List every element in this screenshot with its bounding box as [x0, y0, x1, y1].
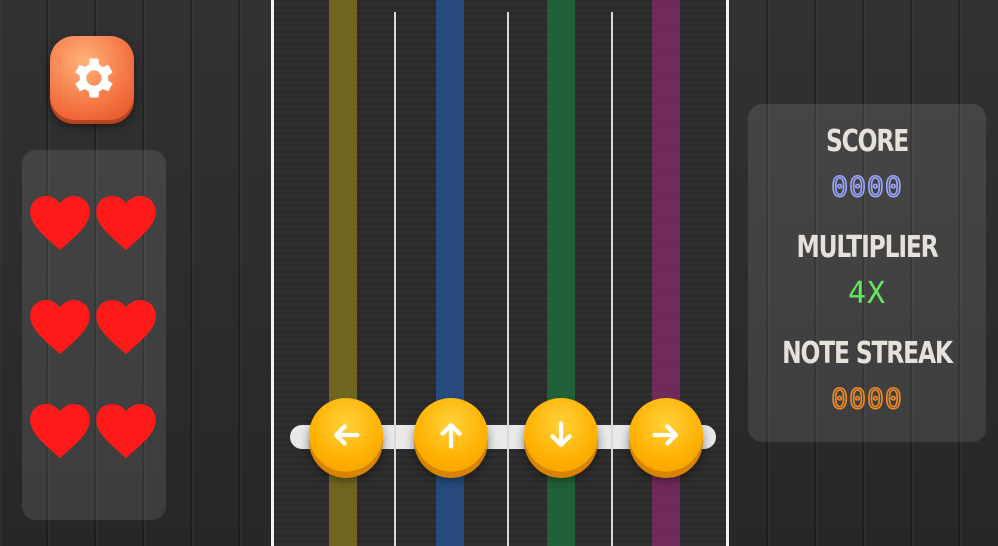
arrow-up-icon — [440, 422, 462, 449]
arrow-down-button[interactable] — [524, 398, 598, 472]
arrow-down-icon — [550, 421, 572, 448]
arrow-up-button[interactable] — [414, 398, 488, 472]
heart-icon — [96, 300, 162, 404]
multiplier-value: 4X — [847, 276, 887, 311]
heart-icon — [30, 404, 96, 508]
score-value: 0000 — [830, 169, 903, 204]
arrow-right-icon — [652, 424, 679, 446]
lane-divider — [611, 12, 613, 546]
stats-panel: SCORE 0000 MULTIPLIER 4X NOTE STREAK 000… — [748, 104, 986, 442]
note-streak-value: 0000 — [830, 381, 903, 416]
hearts-grid — [30, 196, 162, 508]
gear-icon — [75, 58, 113, 98]
arrow-left-icon — [333, 424, 360, 446]
multiplier-label: MULTIPLIER — [796, 230, 938, 265]
heart-icon — [96, 404, 162, 508]
heart-icon — [96, 196, 162, 300]
score-label: SCORE — [825, 124, 909, 159]
lane-divider — [507, 12, 509, 546]
lives-panel — [22, 150, 166, 520]
heart-icon — [30, 196, 96, 300]
arrow-right-button[interactable] — [629, 398, 703, 472]
heart-icon — [30, 300, 96, 404]
lane-divider — [394, 12, 396, 546]
settings-button[interactable] — [50, 36, 134, 120]
note-board — [271, 0, 729, 546]
note-streak-label: NOTE STREAK — [782, 336, 953, 371]
arrow-left-button[interactable] — [309, 398, 383, 472]
game-screen: SCORE 0000 MULTIPLIER 4X NOTE STREAK 000… — [0, 0, 998, 546]
